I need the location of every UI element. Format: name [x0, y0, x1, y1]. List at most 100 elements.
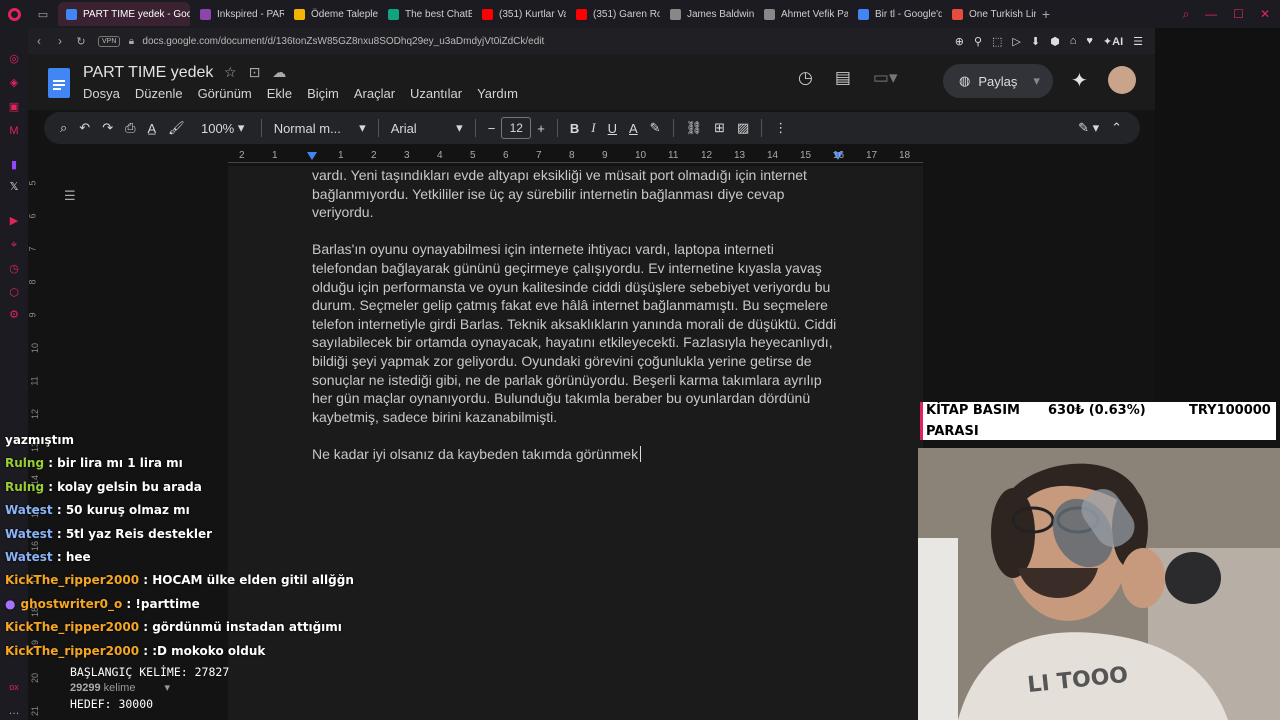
vpn-badge[interactable]: VPN: [98, 35, 121, 47]
comments-icon[interactable]: ▤: [835, 68, 851, 88]
zoom-icon[interactable]: ⊕: [955, 35, 964, 48]
browser-tab[interactable]: Inkspired - PAR: [192, 2, 284, 26]
insert-image-icon[interactable]: ▨: [731, 116, 755, 140]
insert-comment-icon[interactable]: ⊞: [708, 116, 731, 140]
instagram-icon[interactable]: ▣: [7, 100, 21, 114]
menu-item[interactable]: Biçim: [307, 86, 339, 101]
sidebar-bottom-icon[interactable]: ox: [7, 680, 21, 694]
pinboard-icon[interactable]: ⌖: [7, 238, 21, 252]
browser-tab[interactable]: Ödeme Talepler: [286, 2, 378, 26]
download-icon[interactable]: ⬇: [1031, 35, 1040, 48]
browser-tab[interactable]: (351) Kurtlar Va: [474, 2, 566, 26]
history-icon[interactable]: ◷: [7, 262, 21, 276]
gemini-icon[interactable]: ✦: [1071, 68, 1088, 93]
menu-icon[interactable]: ☰: [1133, 35, 1143, 48]
chat-message: Rulng : bir lira mı 1 lira mı: [0, 455, 330, 478]
move-folder-icon[interactable]: ⊡: [249, 64, 261, 81]
snapshot-icon[interactable]: ⬚: [992, 35, 1002, 48]
settings-icon[interactable]: ⚙: [7, 308, 21, 322]
bold-icon[interactable]: B: [564, 116, 585, 140]
search-tabs-icon[interactable]: ⌕: [1182, 7, 1189, 22]
wallet-icon[interactable]: ⬢: [1050, 35, 1060, 48]
editing-mode-icon[interactable]: ✎ ▾: [1072, 116, 1105, 140]
menu-item[interactable]: Uzantılar: [410, 86, 462, 101]
redo-icon[interactable]: ↷: [96, 116, 119, 140]
word-count-overlay: BAŞLANGIÇ KELİME: 27827 29299 kelime ▾ H…: [70, 664, 229, 712]
lock-icon[interactable]: 🔒︎: [120, 36, 142, 47]
star-icon[interactable]: ☆: [224, 64, 237, 81]
forward-icon[interactable]: ›: [50, 34, 70, 48]
browser-tab[interactable]: The best ChatB: [380, 2, 472, 26]
document-body[interactable]: vardı. Yeni taşındıkları evde altyapı ek…: [312, 166, 842, 482]
meet-icon[interactable]: ▭▾: [873, 68, 898, 88]
doc-title[interactable]: PART TIME yedek: [83, 64, 213, 82]
workspaces-icon[interactable]: ▭: [38, 8, 48, 21]
aria-icon[interactable]: ◈: [7, 76, 21, 90]
font-size-input[interactable]: 12: [501, 117, 532, 139]
reload-icon[interactable]: ↻: [70, 35, 92, 48]
menu-item[interactable]: Görünüm: [198, 86, 252, 101]
highlight-icon[interactable]: ✎: [644, 116, 667, 140]
version-history-icon[interactable]: ◷: [798, 68, 813, 88]
ruler-mark: 1: [272, 150, 278, 161]
share-button[interactable]: ◍ Paylaş ▾: [943, 64, 1053, 98]
browser-tab[interactable]: Ahmet Vefik Pa: [756, 2, 848, 26]
print-icon[interactable]: ⎙: [119, 116, 141, 140]
style-select[interactable]: Normal m... ▾: [268, 116, 372, 140]
pin-icon[interactable]: ⚲: [974, 35, 982, 48]
play-icon[interactable]: ▷: [1012, 35, 1020, 48]
menu-item[interactable]: Dosya: [83, 86, 120, 101]
more-icon[interactable]: …: [7, 704, 21, 718]
extensions-icon[interactable]: ⬡: [7, 286, 21, 300]
minimize-icon[interactable]: —: [1205, 7, 1217, 22]
undo-icon[interactable]: ↶: [73, 116, 96, 140]
menu-item[interactable]: Düzenle: [135, 86, 183, 101]
browser-tab[interactable]: (351) Garen Ron: [568, 2, 660, 26]
new-tab-plus-icon[interactable]: +: [1036, 6, 1056, 22]
browser-tab[interactable]: James Baldwin: [662, 2, 754, 26]
twitch-icon[interactable]: ▮: [7, 158, 21, 172]
increase-font-size-icon[interactable]: +: [531, 116, 551, 140]
close-window-icon[interactable]: ✕: [1260, 7, 1270, 22]
heart-icon[interactable]: ♥: [1086, 35, 1093, 48]
search-menus-icon[interactable]: ⌕: [54, 116, 73, 140]
aria-ai-icon[interactable]: ✦AI: [1103, 35, 1123, 48]
docs-logo-icon[interactable]: [48, 68, 70, 98]
menu-item[interactable]: Araçlar: [354, 86, 395, 101]
browser-tab[interactable]: PART TIME yedek - Googl: [58, 2, 190, 26]
menu-item[interactable]: Ekle: [267, 86, 292, 101]
easy-setup-icon[interactable]: ⌂: [1070, 35, 1077, 48]
italic-icon[interactable]: I: [585, 116, 601, 140]
underline-icon[interactable]: U: [602, 116, 623, 140]
browser-tab[interactable]: One Turkish Lira: [944, 2, 1036, 26]
word-count-dropdown-icon[interactable]: ▾: [165, 682, 171, 694]
decrease-font-size-icon[interactable]: −: [482, 116, 502, 140]
messenger-icon[interactable]: ◎: [7, 52, 21, 66]
maximize-icon[interactable]: ☐: [1233, 7, 1244, 22]
gmail-icon[interactable]: M: [7, 124, 21, 138]
word-count-value: 29299: [70, 682, 101, 694]
font-select[interactable]: Arial ▾: [385, 116, 469, 140]
paint-format-icon[interactable]: 🖌︎: [162, 116, 191, 140]
zoom-select[interactable]: 100% ▾: [191, 116, 255, 140]
ruler-mark: 17: [866, 150, 878, 161]
insert-link-icon[interactable]: ⛓: [680, 116, 709, 140]
x-twitter-icon[interactable]: 𝕏: [7, 180, 21, 194]
start-words: BAŞLANGIÇ KELİME: 27827: [70, 665, 230, 679]
share-dropdown-icon[interactable]: ▾: [1033, 73, 1040, 89]
hide-menus-icon[interactable]: ⌃: [1105, 116, 1128, 140]
back-icon[interactable]: ‹: [28, 34, 50, 48]
avatar[interactable]: [1108, 66, 1136, 94]
url-field[interactable]: docs.google.com/document/d/136tonZsW85GZ…: [142, 36, 954, 47]
more-options-icon[interactable]: ⋮: [768, 116, 793, 140]
text-color-icon[interactable]: A: [623, 116, 644, 140]
spellcheck-icon[interactable]: A̲: [142, 116, 163, 140]
cloud-saved-icon[interactable]: ☁: [272, 64, 286, 81]
menu-item[interactable]: Yardım: [477, 86, 518, 101]
player-icon[interactable]: ▶: [7, 214, 21, 228]
browser-tab[interactable]: Bir tl - Google'd: [850, 2, 942, 26]
word-count-indicator[interactable]: 29299 kelime ▾: [70, 680, 229, 696]
opera-logo-icon[interactable]: [0, 0, 28, 28]
document-outline-icon[interactable]: ☰: [64, 188, 76, 204]
stream-chat-overlay: yazmıştım Rulng : bir lira mı 1 lira mı Ru…: [0, 432, 354, 666]
